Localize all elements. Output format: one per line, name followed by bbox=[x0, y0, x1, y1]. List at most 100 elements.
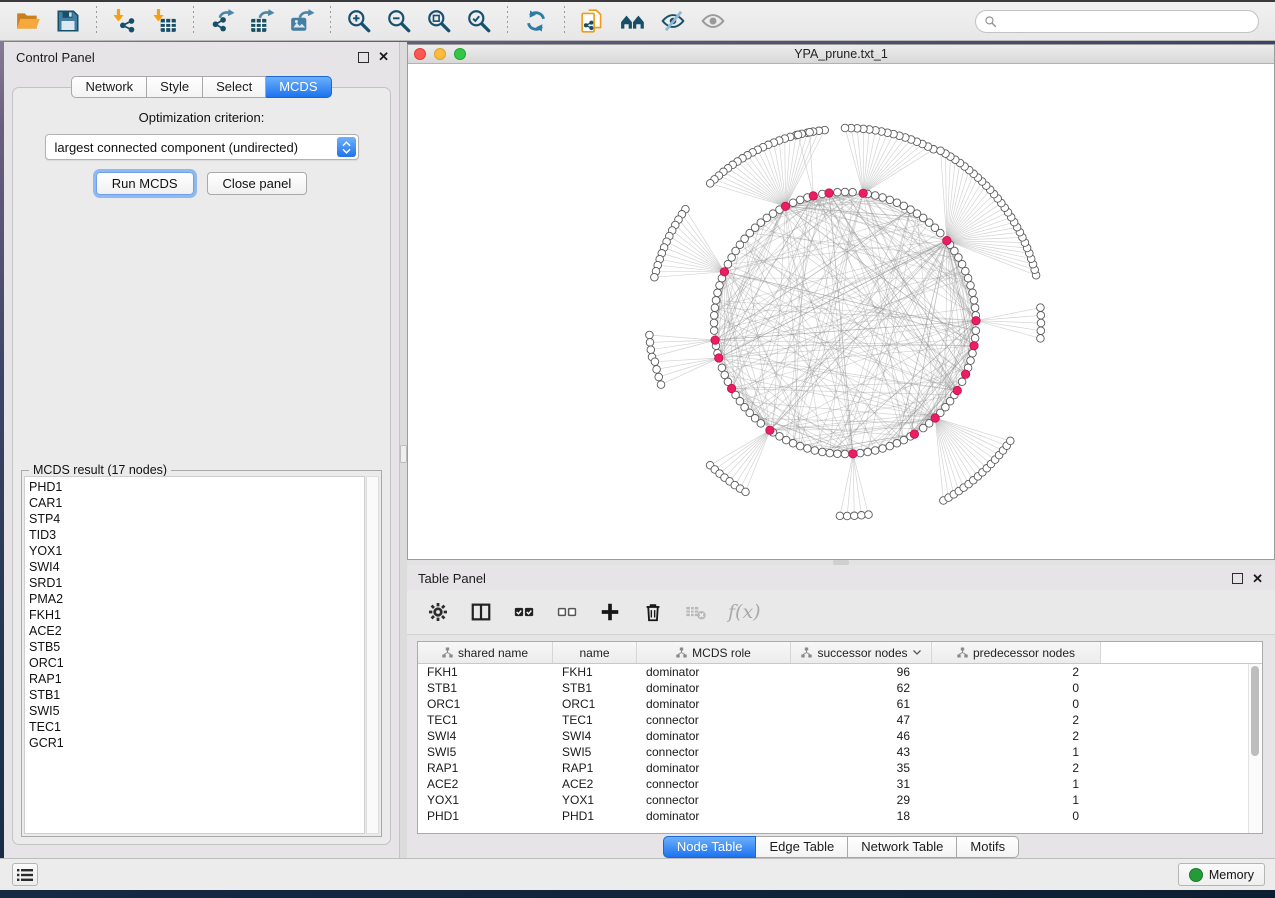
mcds-result-item[interactable]: STP4 bbox=[29, 511, 364, 527]
network-window-titlebar[interactable]: YPA_prune.txt_1 bbox=[408, 45, 1274, 64]
table-cell: 0 bbox=[932, 808, 1101, 824]
column-layout-icon[interactable] bbox=[470, 600, 492, 624]
save-session-button[interactable] bbox=[51, 5, 85, 37]
scrollbar-thumb[interactable] bbox=[1251, 666, 1259, 756]
float-table-panel-button[interactable] bbox=[1232, 573, 1243, 584]
table-cell: 2 bbox=[932, 664, 1101, 680]
memory-button[interactable]: Memory bbox=[1178, 863, 1265, 886]
zoom-selected-icon[interactable] bbox=[462, 5, 496, 37]
column-header-shared-name[interactable]: shared name bbox=[418, 642, 553, 663]
zoom-in-icon[interactable] bbox=[342, 5, 376, 37]
table-panel: Table Panel ✕ f(x) shared namenameMCDS r… bbox=[407, 565, 1275, 859]
table-cell: ORC1 bbox=[418, 696, 553, 712]
table-cell: 96 bbox=[791, 664, 932, 680]
column-header-MCDS-role[interactable]: MCDS role bbox=[637, 642, 791, 663]
table-cell: 0 bbox=[932, 696, 1101, 712]
close-mcds-panel-button[interactable]: Close panel bbox=[207, 172, 308, 195]
tab-network[interactable]: Network bbox=[71, 76, 147, 98]
export-image-icon[interactable] bbox=[285, 5, 319, 37]
table-tab-motifs[interactable]: Motifs bbox=[957, 836, 1019, 858]
vertical-splitter[interactable] bbox=[400, 42, 407, 859]
table-cell: TEC1 bbox=[553, 712, 637, 728]
delete-column-icon[interactable] bbox=[642, 600, 664, 624]
mcds-pane: Optimization criterion: largest connecte… bbox=[12, 87, 391, 845]
mcds-result-item[interactable]: ORC1 bbox=[29, 655, 364, 671]
zoom-fit-icon[interactable] bbox=[422, 5, 456, 37]
mcds-result-item[interactable]: SWI5 bbox=[29, 703, 364, 719]
task-history-button[interactable] bbox=[12, 863, 38, 886]
network-from-selection-icon[interactable] bbox=[576, 5, 610, 37]
table-cell: 29 bbox=[791, 792, 932, 808]
table-cell: PHD1 bbox=[553, 808, 637, 824]
mcds-result-item[interactable]: PHD1 bbox=[29, 479, 364, 495]
tab-mcds[interactable]: MCDS bbox=[266, 76, 331, 98]
mcds-list-scrollbar[interactable] bbox=[366, 476, 379, 834]
import-network-icon[interactable] bbox=[108, 5, 142, 37]
tab-style[interactable]: Style bbox=[147, 76, 203, 98]
run-mcds-button[interactable]: Run MCDS bbox=[96, 172, 194, 195]
mcds-result-item[interactable]: TEC1 bbox=[29, 719, 364, 735]
apply-layout-icon[interactable] bbox=[519, 5, 553, 37]
table-settings-icon[interactable] bbox=[427, 600, 449, 624]
table-row[interactable]: STB1STB1dominator620 bbox=[418, 680, 1262, 696]
column-header-name[interactable]: name bbox=[553, 642, 637, 663]
splitter-handle[interactable] bbox=[400, 445, 407, 463]
table-row[interactable]: PHD1PHD1dominator180 bbox=[418, 808, 1262, 824]
table-row[interactable]: FKH1FKH1dominator962 bbox=[418, 664, 1262, 680]
mcds-result-item[interactable]: SRD1 bbox=[29, 575, 364, 591]
deselect-all-icon[interactable] bbox=[556, 600, 578, 624]
mcds-result-item[interactable]: YOX1 bbox=[29, 543, 364, 559]
create-column-icon[interactable] bbox=[599, 600, 621, 624]
import-table-icon[interactable] bbox=[148, 5, 182, 37]
close-control-panel-button[interactable]: ✕ bbox=[378, 52, 389, 62]
table-row[interactable]: TEC1TEC1connector472 bbox=[418, 712, 1262, 728]
table-cell: connector bbox=[637, 712, 791, 728]
mcds-result-item[interactable]: STB5 bbox=[29, 639, 364, 655]
table-tab-network-table[interactable]: Network Table bbox=[848, 836, 957, 858]
table-row[interactable]: SWI4SWI4dominator462 bbox=[418, 728, 1262, 744]
table-row[interactable]: ORC1ORC1dominator610 bbox=[418, 696, 1262, 712]
zoom-out-icon[interactable] bbox=[382, 5, 416, 37]
control-panel-title: Control Panel bbox=[16, 50, 95, 65]
float-control-panel-button[interactable] bbox=[358, 52, 369, 63]
network-canvas[interactable] bbox=[408, 64, 1274, 559]
mcds-result-item[interactable]: RAP1 bbox=[29, 671, 364, 687]
table-cell: 47 bbox=[791, 712, 932, 728]
close-table-panel-button[interactable]: ✕ bbox=[1252, 574, 1263, 584]
table-cell: STB1 bbox=[418, 680, 553, 696]
table-cell: dominator bbox=[637, 760, 791, 776]
open-session-button[interactable] bbox=[11, 5, 45, 37]
table-row[interactable]: YOX1YOX1connector291 bbox=[418, 792, 1262, 808]
mcds-result-item[interactable]: TID3 bbox=[29, 527, 364, 543]
column-header-predecessor-nodes[interactable]: predecessor nodes bbox=[932, 642, 1101, 663]
export-network-icon[interactable] bbox=[205, 5, 239, 37]
mcds-result-item[interactable]: ACE2 bbox=[29, 623, 364, 639]
search-input[interactable] bbox=[1002, 14, 1250, 30]
criterion-select[interactable]: largest connected component (undirected) bbox=[45, 134, 359, 160]
mcds-result-item[interactable]: PMA2 bbox=[29, 591, 364, 607]
network-window: YPA_prune.txt_1 bbox=[407, 44, 1275, 560]
table-cell: 43 bbox=[791, 744, 932, 760]
table-cell: YOX1 bbox=[553, 792, 637, 808]
table-tab-edge-table[interactable]: Edge Table bbox=[756, 836, 848, 858]
function-builder-icon: f(x) bbox=[728, 600, 761, 624]
mcds-result-item[interactable]: CAR1 bbox=[29, 495, 364, 511]
mcds-result-item[interactable]: GCR1 bbox=[29, 735, 364, 751]
table-row[interactable]: SWI5SWI5connector431 bbox=[418, 744, 1262, 760]
mcds-result-item[interactable]: STB1 bbox=[29, 687, 364, 703]
tab-select[interactable]: Select bbox=[203, 76, 266, 98]
table-row[interactable]: ACE2ACE2connector311 bbox=[418, 776, 1262, 792]
table-cell: STB1 bbox=[553, 680, 637, 696]
table-row[interactable]: RAP1RAP1dominator352 bbox=[418, 760, 1262, 776]
first-neighbors-icon[interactable] bbox=[616, 5, 650, 37]
hide-selected-icon[interactable] bbox=[656, 5, 690, 37]
select-all-icon[interactable] bbox=[513, 600, 535, 624]
show-all-icon[interactable] bbox=[696, 5, 730, 37]
mcds-result-item[interactable]: FKH1 bbox=[29, 607, 364, 623]
table-tab-node-table[interactable]: Node Table bbox=[663, 836, 757, 858]
mcds-result-item[interactable]: SWI4 bbox=[29, 559, 364, 575]
table-scrollbar[interactable] bbox=[1248, 664, 1262, 833]
mcds-result-list[interactable]: PHD1CAR1STP4TID3YOX1SWI4SRD1PMA2FKH1ACE2… bbox=[24, 476, 365, 834]
column-header-successor-nodes[interactable]: successor nodes bbox=[791, 642, 932, 663]
export-table-icon[interactable] bbox=[245, 5, 279, 37]
